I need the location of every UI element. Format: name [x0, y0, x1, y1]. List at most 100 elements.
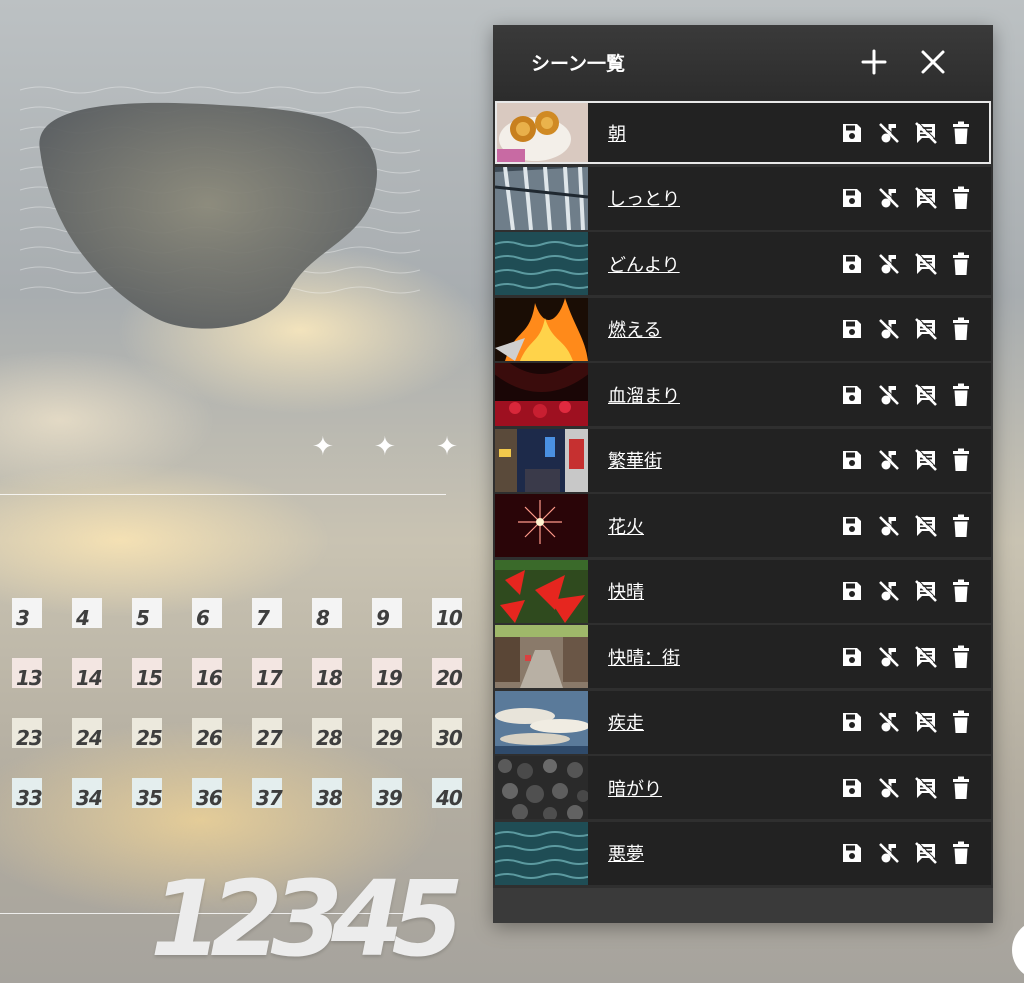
music-off-icon[interactable] [877, 514, 901, 538]
number-grid-cell: 30 [432, 718, 492, 778]
save-icon[interactable] [840, 383, 864, 407]
scene-name-link[interactable]: 快晴：街 [608, 644, 827, 670]
comment-off-icon[interactable] [914, 775, 938, 800]
number-grid-cell: 35 [132, 778, 192, 838]
trash-icon[interactable] [951, 121, 971, 145]
scene-thumbnail[interactable] [495, 101, 588, 164]
trash-icon[interactable] [951, 710, 971, 734]
scene-row[interactable]: 快晴：街 [495, 625, 991, 688]
scene-row[interactable]: どんより [495, 232, 991, 295]
save-icon[interactable] [840, 579, 864, 603]
scene-name-link[interactable]: 悪夢 [608, 840, 827, 866]
scene-thumbnail[interactable] [495, 690, 588, 754]
scene-name-link[interactable]: 快晴 [608, 578, 827, 604]
scene-row[interactable]: 血溜まり [495, 363, 991, 426]
music-off-icon[interactable] [877, 448, 901, 472]
music-off-icon[interactable] [877, 776, 901, 800]
comment-off-icon[interactable] [914, 317, 938, 341]
save-icon[interactable] [840, 186, 864, 210]
plus-icon[interactable] [859, 47, 889, 77]
comment-off-icon[interactable] [914, 251, 938, 276]
scene-row[interactable]: 朝 [495, 101, 991, 164]
scene-name-link[interactable]: 暗がり [608, 775, 827, 801]
scene-name-link[interactable]: どんより [608, 251, 827, 277]
trash-icon[interactable] [951, 514, 971, 538]
scene-name-link[interactable]: 繁華街 [608, 447, 827, 473]
save-icon[interactable] [840, 121, 864, 145]
save-icon[interactable] [840, 776, 864, 800]
save-icon[interactable] [840, 645, 864, 669]
comment-off-icon[interactable] [914, 513, 938, 538]
save-icon[interactable] [840, 710, 864, 734]
scene-thumbnail[interactable] [495, 494, 588, 557]
scene-row[interactable]: 燃える [495, 297, 991, 361]
save-icon[interactable] [840, 448, 864, 472]
music-off-icon[interactable] [877, 579, 901, 603]
comment-off-icon[interactable] [914, 710, 938, 734]
save-icon[interactable] [840, 252, 864, 276]
scene-name-link[interactable]: 朝 [608, 120, 827, 146]
number-label: 36 [196, 786, 223, 810]
number-grid-cell: 19 [372, 658, 432, 718]
trash-icon[interactable] [951, 317, 971, 341]
scene-name-link[interactable]: しっとり [608, 185, 827, 211]
panel-header: シーン一覧 [493, 25, 993, 100]
scene-thumbnail[interactable] [495, 363, 588, 426]
save-icon[interactable] [840, 317, 864, 341]
scene-row[interactable]: 疾走 [495, 690, 991, 754]
comment-off-icon[interactable] [914, 448, 938, 472]
scene-row[interactable]: 暗がり [495, 756, 991, 819]
trash-icon[interactable] [951, 448, 971, 472]
scene-thumbnail[interactable] [495, 428, 588, 492]
number-label: 16 [196, 666, 223, 690]
trash-icon[interactable] [951, 252, 971, 276]
scene-name-link[interactable]: 疾走 [608, 709, 827, 735]
comment-off-icon[interactable] [914, 841, 938, 865]
number-grid-row: 23 24 25 26 27 28 29 30 [12, 718, 492, 778]
scene-actions [827, 382, 971, 407]
scene-thumbnail[interactable] [495, 756, 588, 819]
scene-thumbnail[interactable] [495, 559, 588, 623]
comment-off-icon[interactable] [914, 382, 938, 407]
music-off-icon[interactable] [877, 186, 901, 210]
scene-name-link[interactable]: 血溜まり [608, 382, 827, 408]
music-off-icon[interactable] [877, 121, 901, 145]
number-grid-cell: 4 [72, 598, 132, 658]
trash-icon[interactable] [951, 579, 971, 603]
music-off-icon[interactable] [877, 645, 901, 669]
comment-off-icon[interactable] [914, 186, 938, 210]
number-label: 8 [316, 606, 330, 630]
scene-row[interactable]: 悪夢 [495, 821, 991, 885]
scene-actions [827, 579, 971, 603]
music-off-icon[interactable] [877, 841, 901, 865]
number-grid-cell: 9 [372, 598, 432, 658]
music-off-icon[interactable] [877, 317, 901, 341]
scene-thumbnail[interactable] [495, 625, 588, 688]
scene-thumbnail[interactable] [495, 232, 588, 295]
scene-thumbnail[interactable] [495, 821, 588, 885]
save-icon[interactable] [840, 841, 864, 865]
scene-thumbnail[interactable] [495, 297, 588, 361]
music-off-icon[interactable] [877, 710, 901, 734]
scene-row[interactable]: 花火 [495, 494, 991, 557]
floating-circle-button[interactable] [1012, 920, 1024, 980]
comment-off-icon[interactable] [914, 644, 938, 669]
save-icon[interactable] [840, 514, 864, 538]
scene-name-link[interactable]: 花火 [608, 513, 827, 539]
trash-icon[interactable] [951, 186, 971, 210]
trash-icon[interactable] [951, 776, 971, 800]
scene-row[interactable]: しっとり [495, 166, 991, 230]
scene-name-link[interactable]: 燃える [608, 316, 827, 342]
music-off-icon[interactable] [877, 252, 901, 276]
comment-off-icon[interactable] [914, 120, 938, 145]
close-icon[interactable] [918, 47, 948, 77]
number-grid-cell: 8 [312, 598, 372, 658]
scene-row[interactable]: 繁華街 [495, 428, 991, 492]
music-off-icon[interactable] [877, 383, 901, 407]
scene-thumbnail[interactable] [495, 166, 588, 230]
comment-off-icon[interactable] [914, 579, 938, 603]
trash-icon[interactable] [951, 841, 971, 865]
trash-icon[interactable] [951, 645, 971, 669]
trash-icon[interactable] [951, 383, 971, 407]
scene-row[interactable]: 快晴 [495, 559, 991, 623]
